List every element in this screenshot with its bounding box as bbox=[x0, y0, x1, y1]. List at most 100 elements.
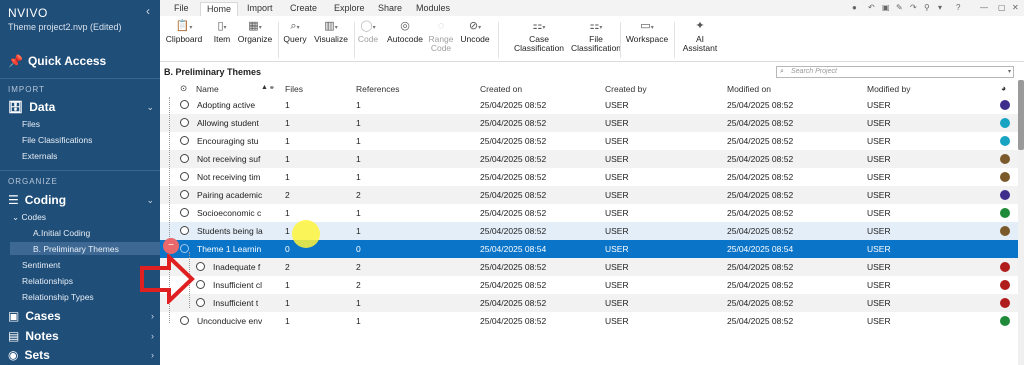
file-classification-button[interactable]: ⚏▾ File Classification bbox=[568, 19, 624, 53]
column-name[interactable]: Name bbox=[196, 84, 219, 94]
code-radio-icon[interactable] bbox=[180, 100, 189, 109]
query-button[interactable]: ⌕▾ Query bbox=[282, 19, 308, 44]
sidebar-item-codes[interactable]: ⌄ Codes bbox=[12, 212, 46, 223]
cell-references: 1 bbox=[356, 172, 361, 182]
color-marker-icon bbox=[1000, 100, 1010, 110]
autocode-button[interactable]: ◎ Autocode bbox=[384, 19, 426, 44]
chevron-right-icon[interactable]: › bbox=[151, 350, 154, 360]
code-button[interactable]: ◯▾ Code bbox=[356, 19, 380, 44]
item-button[interactable]: ▯▾ Item bbox=[210, 19, 234, 44]
chevron-down-icon[interactable]: ⌄ bbox=[146, 102, 154, 113]
color-marker-icon bbox=[1000, 154, 1010, 164]
code-radio-icon[interactable] bbox=[180, 118, 189, 127]
code-radio-icon[interactable] bbox=[180, 244, 189, 253]
table-row[interactable]: Insufficient cl 1 2 25/04/2025 08:52 USER 25/… bbox=[160, 276, 1018, 294]
clipboard-label: Clipboard bbox=[165, 34, 203, 44]
maximize-icon[interactable]: ▢ bbox=[998, 3, 1006, 12]
table-row[interactable]: Allowing student 1 1 25/04/2025 08:52 USER 25… bbox=[160, 114, 1018, 132]
sidebar-group-notes[interactable]: ▤ Notes › bbox=[8, 329, 154, 343]
tab-share[interactable]: Share bbox=[372, 2, 408, 14]
column-references[interactable]: References bbox=[356, 84, 399, 94]
table-row[interactable]: Not receiving suf 1 1 25/04/2025 08:52 USER 2… bbox=[160, 150, 1018, 168]
workspace-button[interactable]: ▭▾ Workspace bbox=[624, 19, 670, 44]
collapse-node-icon[interactable]: − bbox=[163, 238, 179, 254]
sidebar-group-data[interactable]: 🗄 Data ⌄ bbox=[8, 100, 154, 114]
column-modified-by[interactable]: Modified by bbox=[867, 84, 910, 94]
color-palette-icon[interactable]: ◕ bbox=[1001, 83, 1006, 93]
notification-dot-icon[interactable]: ● bbox=[852, 3, 857, 12]
code-radio-icon[interactable] bbox=[196, 298, 205, 307]
table-row[interactable]: Socioeconomic c 1 1 25/04/2025 08:52 USER 25/… bbox=[160, 204, 1018, 222]
tab-create[interactable]: Create bbox=[284, 2, 323, 14]
organize-button[interactable]: ▦▾ Organize bbox=[236, 19, 274, 44]
tab-file[interactable]: File bbox=[168, 2, 195, 14]
code-radio-icon[interactable] bbox=[180, 190, 189, 199]
visualize-button[interactable]: ▥▾ Visualize bbox=[312, 19, 350, 44]
search-input[interactable]: ⌕ Search Project ▾ bbox=[776, 66, 1014, 78]
column-created-on[interactable]: Created on bbox=[480, 84, 522, 94]
sort-ascending-icon[interactable]: ▲ bbox=[261, 84, 268, 91]
chevron-down-icon[interactable]: ▾ bbox=[1008, 67, 1011, 77]
clipboard-button[interactable]: 📋▾ Clipboard bbox=[164, 19, 204, 44]
sidebar-item-files[interactable]: Files bbox=[22, 119, 40, 129]
link-icon[interactable]: ⚲ bbox=[924, 3, 930, 12]
code-radio-icon[interactable] bbox=[180, 136, 189, 145]
ai-assistant-button[interactable]: ✦ AI Assistant bbox=[680, 19, 720, 53]
sidebar-item-relationship-types[interactable]: Relationship Types bbox=[22, 292, 94, 302]
vertical-scrollbar[interactable] bbox=[1018, 80, 1024, 365]
code-radio-icon[interactable] bbox=[196, 262, 205, 271]
sidebar-group-sets[interactable]: ◉ Sets › bbox=[8, 348, 154, 362]
sidebar-group-cases[interactable]: ▣ Cases › bbox=[8, 309, 154, 323]
tab-import[interactable]: Import bbox=[241, 2, 279, 14]
code-radio-icon[interactable] bbox=[180, 226, 189, 235]
sidebar-item-relationships[interactable]: Relationships bbox=[22, 276, 73, 286]
tab-home[interactable]: Home bbox=[200, 2, 239, 16]
sidebar-item-externals[interactable]: Externals bbox=[22, 151, 57, 161]
column-created-by[interactable]: Created by bbox=[605, 84, 647, 94]
link-icon[interactable]: ⚭ bbox=[269, 84, 275, 92]
code-radio-icon[interactable] bbox=[180, 316, 189, 325]
code-radio-icon[interactable] bbox=[180, 172, 189, 181]
collapse-sidebar-icon[interactable]: ‹ bbox=[146, 4, 150, 18]
minimize-icon[interactable]: — bbox=[980, 3, 988, 12]
tab-explore[interactable]: Explore bbox=[328, 2, 371, 14]
tab-modules[interactable]: Modules bbox=[410, 2, 456, 14]
quick-access-link[interactable]: 📌 Quick Access bbox=[8, 54, 106, 68]
table-row[interactable]: Insufficient t 1 1 25/04/2025 08:52 USER 25/0… bbox=[160, 294, 1018, 312]
table-row[interactable]: Inadequate f 2 2 25/04/2025 08:52 USER 25/04/… bbox=[160, 258, 1018, 276]
cell-files: 1 bbox=[285, 100, 290, 110]
select-all-icon[interactable]: ⊙ bbox=[180, 83, 187, 94]
range-code-label-2: Code bbox=[430, 43, 452, 53]
case-classification-button[interactable]: ⚏▾ Case Classification bbox=[512, 19, 566, 53]
table-row[interactable]: Not receiving tim 1 1 25/04/2025 08:52 USER 2… bbox=[160, 168, 1018, 186]
sidebar-group-coding[interactable]: ☰ Coding ⌄ bbox=[8, 193, 154, 207]
column-modified-on[interactable]: Modified on bbox=[727, 84, 771, 94]
table-row[interactable]: Unconducive env 1 1 25/04/2025 08:52 USER 25/… bbox=[160, 312, 1018, 330]
save-icon[interactable]: ▣ bbox=[882, 3, 890, 12]
sidebar-item-initial-coding[interactable]: A.Initial Coding bbox=[33, 228, 90, 238]
table-row[interactable]: Adopting active 1 1 25/04/2025 08:52 USER 25/… bbox=[160, 96, 1018, 114]
undo-icon[interactable]: ↶ bbox=[868, 3, 875, 12]
chevron-down-icon[interactable]: ⌄ bbox=[146, 195, 154, 206]
column-files[interactable]: Files bbox=[285, 84, 303, 94]
chevron-right-icon[interactable]: › bbox=[151, 311, 154, 321]
code-radio-icon[interactable] bbox=[180, 208, 189, 217]
edit-icon[interactable]: ✎ bbox=[896, 3, 903, 12]
table-row[interactable]: Theme 1 Learnin 0 0 25/04/2025 08:54 USER 25/… bbox=[160, 240, 1018, 258]
code-radio-icon[interactable] bbox=[196, 280, 205, 289]
sidebar-item-file-classifications[interactable]: File Classifications bbox=[22, 135, 92, 145]
sidebar-item-preliminary-themes[interactable]: B. Preliminary Themes bbox=[33, 244, 119, 254]
code-radio-icon[interactable] bbox=[180, 154, 189, 163]
table-row[interactable]: Students being la 1 1 25/04/2025 08:52 USER 2… bbox=[160, 222, 1018, 240]
table-row[interactable]: Pairing academic 2 2 25/04/2025 08:52 USER 25… bbox=[160, 186, 1018, 204]
uncode-button[interactable]: ⊘▾ Uncode bbox=[458, 19, 492, 44]
chevron-right-icon[interactable]: › bbox=[151, 331, 154, 341]
more-icon[interactable]: ▾ bbox=[938, 3, 942, 12]
close-icon[interactable]: ✕ bbox=[1012, 3, 1019, 12]
scrollbar-thumb[interactable] bbox=[1018, 80, 1024, 150]
sidebar-item-sentiment[interactable]: Sentiment bbox=[22, 260, 60, 270]
redo-icon[interactable]: ↷ bbox=[910, 3, 917, 12]
range-code-button[interactable]: ◌ Range Code bbox=[428, 19, 454, 53]
table-row[interactable]: Encouraging stu 1 1 25/04/2025 08:52 USER 25/… bbox=[160, 132, 1018, 150]
help-icon[interactable]: ? bbox=[956, 3, 960, 12]
